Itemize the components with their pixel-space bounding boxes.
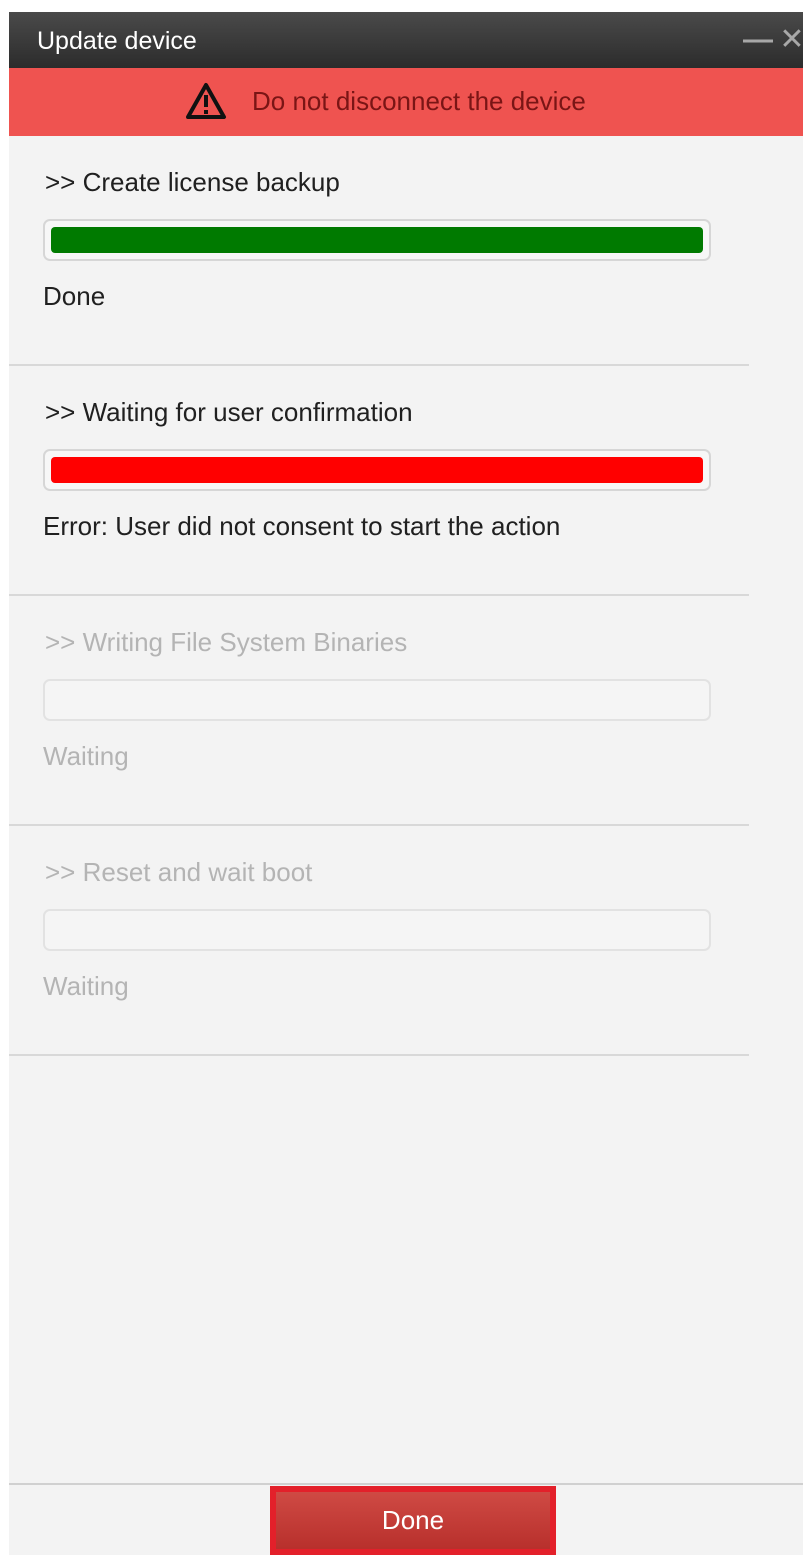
progress-fill <box>51 227 703 253</box>
step-waiting-user-confirmation: >> Waiting for user confirmation Error: … <box>9 366 749 596</box>
step-reset-and-wait-boot: >> Reset and wait boot Waiting <box>9 826 749 1056</box>
step-title: >> Reset and wait boot <box>45 857 313 887</box>
step-title: >> Create license backup <box>45 167 340 197</box>
update-device-window: Update device — ✕ Do not disconnect the … <box>9 12 803 1555</box>
minimize-icon[interactable]: — <box>743 20 773 60</box>
step-status: Done <box>43 281 106 311</box>
close-icon[interactable]: ✕ <box>777 20 803 60</box>
title-bar: Update device — ✕ <box>9 12 803 68</box>
done-button[interactable]: Done <box>270 1486 556 1555</box>
step-title: >> Writing File System Binaries <box>45 627 408 657</box>
step-status: Error: User did not consent to start the… <box>43 511 561 541</box>
warning-triangle-icon <box>186 83 226 119</box>
step-status: Waiting <box>43 741 129 771</box>
footer-divider <box>9 1483 803 1485</box>
window-title: Update device <box>37 27 197 55</box>
step-writing-file-system-binaries: >> Writing File System Binaries Waiting <box>9 596 749 826</box>
step-status: Waiting <box>43 971 129 1001</box>
progress-bar <box>43 679 711 721</box>
step-create-license-backup: >> Create license backup Done <box>9 136 749 366</box>
progress-bar <box>43 909 711 951</box>
divider <box>9 1054 749 1056</box>
step-title: >> Waiting for user confirmation <box>45 397 413 427</box>
warning-message: Do not disconnect the device <box>252 86 586 116</box>
progress-fill <box>51 457 703 483</box>
warning-banner: Do not disconnect the device <box>9 68 803 136</box>
progress-bar <box>43 449 711 491</box>
progress-bar <box>43 219 711 261</box>
